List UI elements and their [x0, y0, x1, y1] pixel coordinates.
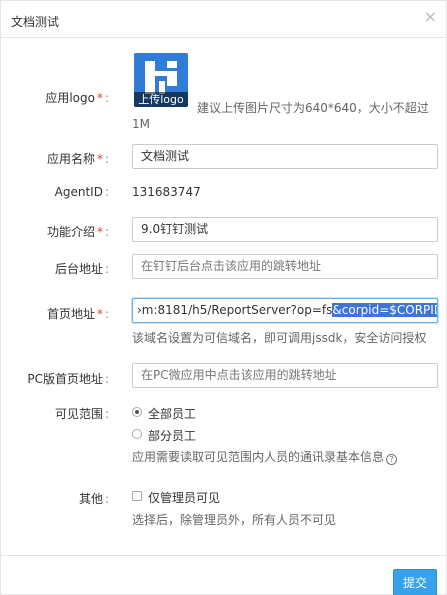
- dialog-title: 文档测试: [11, 15, 60, 29]
- backend-url-label-text: 后台地址: [54, 262, 103, 276]
- label-colon: :: [104, 185, 109, 199]
- admin-only-checkbox[interactable]: [132, 491, 142, 501]
- label-colon: :: [104, 307, 109, 321]
- visibility-label-text: 可见范围: [54, 407, 103, 421]
- required-mark: *: [96, 91, 103, 105]
- visibility-label: 可见范围:: [1, 405, 109, 422]
- question-icon[interactable]: ?: [386, 454, 398, 465]
- admin-only-label[interactable]: 仅管理员可见: [148, 489, 220, 506]
- submit-button[interactable]: 提交: [393, 569, 437, 595]
- dialog-footer: 提交: [1, 555, 446, 595]
- pc-homepage-input[interactable]: 在PC微应用中点击该应用的跳转地址: [132, 363, 438, 388]
- admin-only-help: 选择后，除管理员外，所有人员不可见: [132, 513, 337, 527]
- required-mark: *: [96, 225, 103, 239]
- label-colon: :: [104, 407, 109, 421]
- homepage-url-help: 该域名设置为可信域名，即可调用jssdk，安全访问授权: [132, 331, 427, 345]
- backend-url-input[interactable]: 在钉钉后台点击该应用的跳转地址: [132, 254, 438, 279]
- logo-help-text: 建议上传图片尺寸为640*640，大小不超过: [197, 101, 429, 115]
- visibility-all-radio[interactable]: [132, 407, 142, 417]
- label-colon: :: [104, 91, 109, 105]
- logo-help-text-2: 1M: [132, 117, 150, 131]
- app-settings-dialog: 文档测试 × 应用logo *: 上传logo 建议上传图片尺寸为640*640，…: [0, 0, 447, 595]
- upload-logo-button[interactable]: 上传logo: [134, 92, 188, 107]
- homepage-url-label: 首页地址 *:: [1, 305, 109, 322]
- app-name-label-text: 应用名称: [46, 152, 95, 166]
- label-colon: :: [104, 152, 109, 166]
- dialog-header: 文档测试 ×: [1, 1, 446, 38]
- backend-url-label: 后台地址:: [1, 260, 109, 277]
- pc-homepage-label-text: PC版首页地址: [27, 372, 103, 386]
- other-label-text: 其他: [78, 492, 103, 506]
- visibility-partial-label[interactable]: 部分员工: [148, 427, 196, 444]
- label-colon: :: [104, 372, 109, 386]
- logo-label: 应用logo *:: [1, 89, 109, 106]
- label-colon: :: [104, 262, 109, 276]
- visibility-all-label[interactable]: 全部员工: [148, 405, 196, 422]
- label-colon: :: [104, 225, 109, 239]
- visibility-help-text: 应用需要读取可见范围内人员的通讯录基本信息: [132, 450, 385, 464]
- homepage-url-selection: &corpid=$CORPID$: [332, 303, 437, 317]
- required-mark: *: [96, 152, 103, 166]
- intro-label: 功能介绍 *:: [1, 223, 109, 240]
- intro-input[interactable]: 9.0钉钉测试: [132, 217, 438, 242]
- label-colon: :: [104, 492, 109, 506]
- logo-label-text: 应用logo: [45, 91, 95, 105]
- other-label: 其他:: [1, 490, 109, 507]
- homepage-url-input[interactable]: ›m:8181/h5/ReportServer?op=fs&corpid=$CO…: [132, 298, 438, 323]
- homepage-url-text: ›m:8181/h5/ReportServer?op=fs: [137, 303, 333, 317]
- pc-homepage-label: PC版首页地址:: [1, 370, 109, 387]
- visibility-partial-radio[interactable]: [132, 429, 142, 439]
- agent-id-label-text: AgentID: [54, 185, 103, 199]
- agent-id-label: AgentID:: [1, 185, 109, 199]
- close-icon[interactable]: ×: [424, 9, 437, 25]
- intro-label-text: 功能介绍: [46, 225, 95, 239]
- homepage-url-label-text: 首页地址: [46, 307, 95, 321]
- agent-id-value: 131683747: [132, 185, 201, 199]
- app-name-input[interactable]: 文档测试: [132, 144, 438, 169]
- app-name-label: 应用名称 *:: [1, 150, 109, 167]
- logo-upload[interactable]: 上传logo: [134, 53, 188, 107]
- required-mark: *: [96, 307, 103, 321]
- visibility-help: 应用需要读取可见范围内人员的通讯录基本信息?: [132, 448, 398, 465]
